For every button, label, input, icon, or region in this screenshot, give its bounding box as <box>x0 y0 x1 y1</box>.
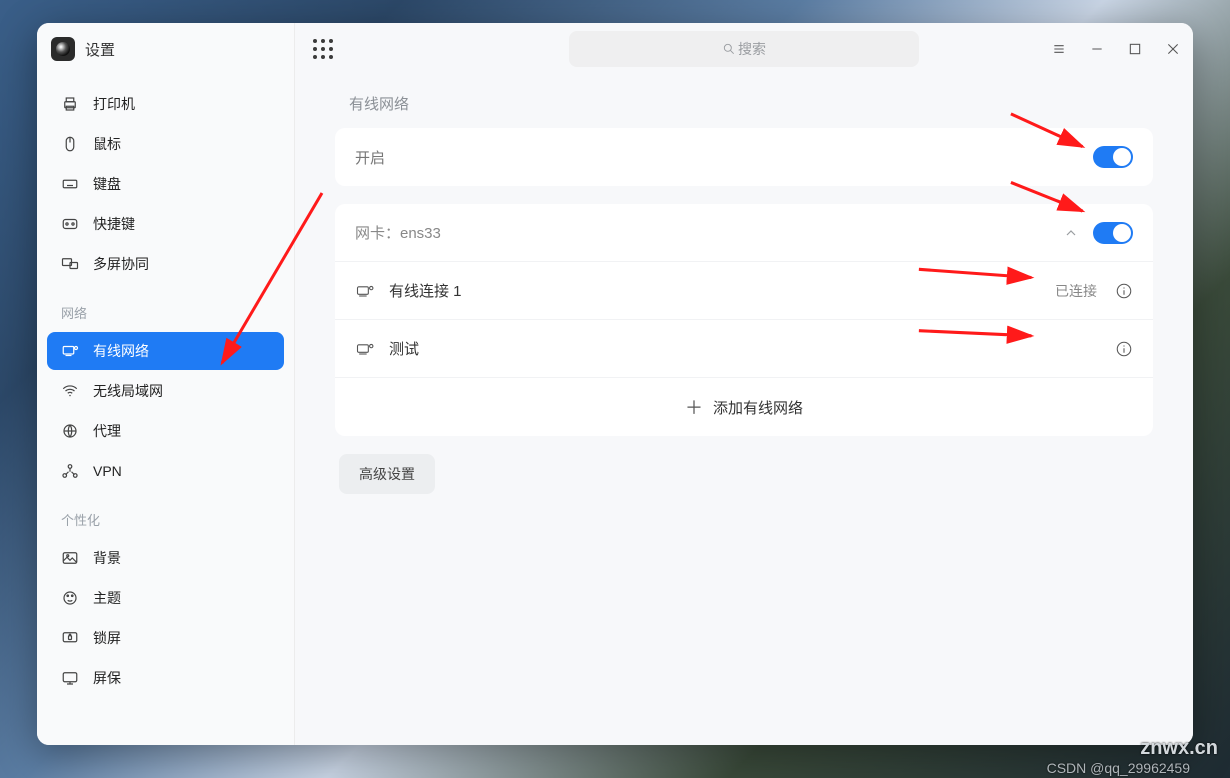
connection-name: 测试 <box>389 338 419 359</box>
printer-icon <box>61 95 79 113</box>
sidebar-item-proxy[interactable]: 代理 <box>47 412 284 450</box>
sidebar-item-label: 打印机 <box>93 94 135 114</box>
ethernet-icon <box>355 281 375 301</box>
ethernet-icon <box>355 339 375 359</box>
sidebar-group-personal: 个性化 <box>47 492 284 537</box>
screensaver-icon <box>61 669 79 687</box>
lock-icon <box>61 629 79 647</box>
nic-label: 网卡：ens33 <box>355 222 441 243</box>
theme-icon <box>61 589 79 607</box>
sidebar-item-keyboard[interactable]: 键盘 <box>47 165 284 203</box>
connection-name: 有线连接 1 <box>389 280 462 301</box>
wifi-icon <box>61 382 79 400</box>
sidebar-group-network: 网络 <box>47 285 284 330</box>
sidebar-item-background[interactable]: 背景 <box>47 539 284 577</box>
sidebar-item-label: VPN <box>93 463 122 479</box>
section-title: 有线网络 <box>335 85 1153 128</box>
main-pane: 搜索 有线网络 开启 <box>295 23 1193 745</box>
vpn-icon <box>61 462 79 480</box>
sidebar-item-label: 背景 <box>93 548 121 568</box>
sidebar-item-mouse[interactable]: 鼠标 <box>47 125 284 163</box>
sidebar-item-multiscreen[interactable]: 多屏协同 <box>47 245 284 283</box>
close-icon[interactable] <box>1165 41 1181 57</box>
search-input[interactable]: 搜索 <box>569 31 919 67</box>
nic-toggle[interactable] <box>1093 222 1133 244</box>
enable-row: 开启 <box>335 128 1153 186</box>
sidebar-item-screensaver[interactable]: 屏保 <box>47 659 284 697</box>
settings-window: 设置 打印机 鼠标 键盘 快捷键 <box>37 23 1193 745</box>
maximize-icon[interactable] <box>1127 41 1143 57</box>
titlebar: 搜索 <box>295 23 1193 75</box>
plus-icon: ＋ <box>685 394 703 420</box>
window-controls <box>1051 41 1181 57</box>
connection-row[interactable]: 测试 <box>335 320 1153 378</box>
apps-grid-button[interactable] <box>313 39 333 59</box>
app-title: 设置 <box>85 39 115 60</box>
sidebar-item-wifi[interactable]: 无线局域网 <box>47 372 284 410</box>
mouse-icon <box>61 135 79 153</box>
minimize-icon[interactable] <box>1089 41 1105 57</box>
search-placeholder: 搜索 <box>738 39 766 59</box>
multiscreen-icon <box>61 255 79 273</box>
shortcut-icon <box>61 215 79 233</box>
sidebar-item-wired[interactable]: 有线网络 <box>47 332 284 370</box>
connection-status: 已连接 <box>1055 281 1097 301</box>
connection-row[interactable]: 有线连接 1 已连接 <box>335 262 1153 320</box>
chevron-up-icon <box>1063 225 1079 241</box>
sidebar-item-label: 屏保 <box>93 668 121 688</box>
advanced-settings-button[interactable]: 高级设置 <box>339 454 435 494</box>
enable-label: 开启 <box>355 147 385 168</box>
menu-icon[interactable] <box>1051 41 1067 57</box>
sidebar-item-label: 锁屏 <box>93 628 121 648</box>
keyboard-icon <box>61 175 79 193</box>
sidebar-item-label: 主题 <box>93 588 121 608</box>
info-icon[interactable] <box>1115 282 1133 300</box>
enable-card: 开启 <box>335 128 1153 186</box>
sidebar-item-label: 键盘 <box>93 174 121 194</box>
add-label: 添加有线网络 <box>713 397 803 418</box>
info-icon[interactable] <box>1115 340 1133 358</box>
sidebar-item-vpn[interactable]: VPN <box>47 452 284 490</box>
nic-card: 网卡：ens33 有线连接 1 已连接 测试 <box>335 204 1153 436</box>
sidebar-item-label: 无线局域网 <box>93 381 163 401</box>
sidebar-list: 打印机 鼠标 键盘 快捷键 多屏协同 网络 <box>37 83 294 745</box>
content: 有线网络 开启 网卡：ens33 <box>295 75 1193 745</box>
watermark-site: znwx.cn <box>1140 737 1218 760</box>
watermark-author: CSDN @qq_29962459 <box>1047 760 1190 776</box>
sidebar-item-label: 有线网络 <box>93 341 149 361</box>
sidebar-item-label: 快捷键 <box>93 214 135 234</box>
enable-toggle[interactable] <box>1093 146 1133 168</box>
sidebar-item-label: 鼠标 <box>93 134 121 154</box>
sidebar-item-printer[interactable]: 打印机 <box>47 85 284 123</box>
add-connection-button[interactable]: ＋ 添加有线网络 <box>335 378 1153 436</box>
sidebar-item-shortcut[interactable]: 快捷键 <box>47 205 284 243</box>
sidebar-header: 设置 <box>37 23 294 83</box>
sidebar-item-lockscreen[interactable]: 锁屏 <box>47 619 284 657</box>
sidebar-item-label: 代理 <box>93 421 121 441</box>
app-icon <box>51 37 75 61</box>
sidebar-item-theme[interactable]: 主题 <box>47 579 284 617</box>
proxy-icon <box>61 422 79 440</box>
sidebar: 设置 打印机 鼠标 键盘 快捷键 <box>37 23 295 745</box>
nic-header[interactable]: 网卡：ens33 <box>335 204 1153 262</box>
search-icon <box>722 42 736 56</box>
wired-icon <box>61 342 79 360</box>
background-icon <box>61 549 79 567</box>
sidebar-item-label: 多屏协同 <box>93 254 149 274</box>
